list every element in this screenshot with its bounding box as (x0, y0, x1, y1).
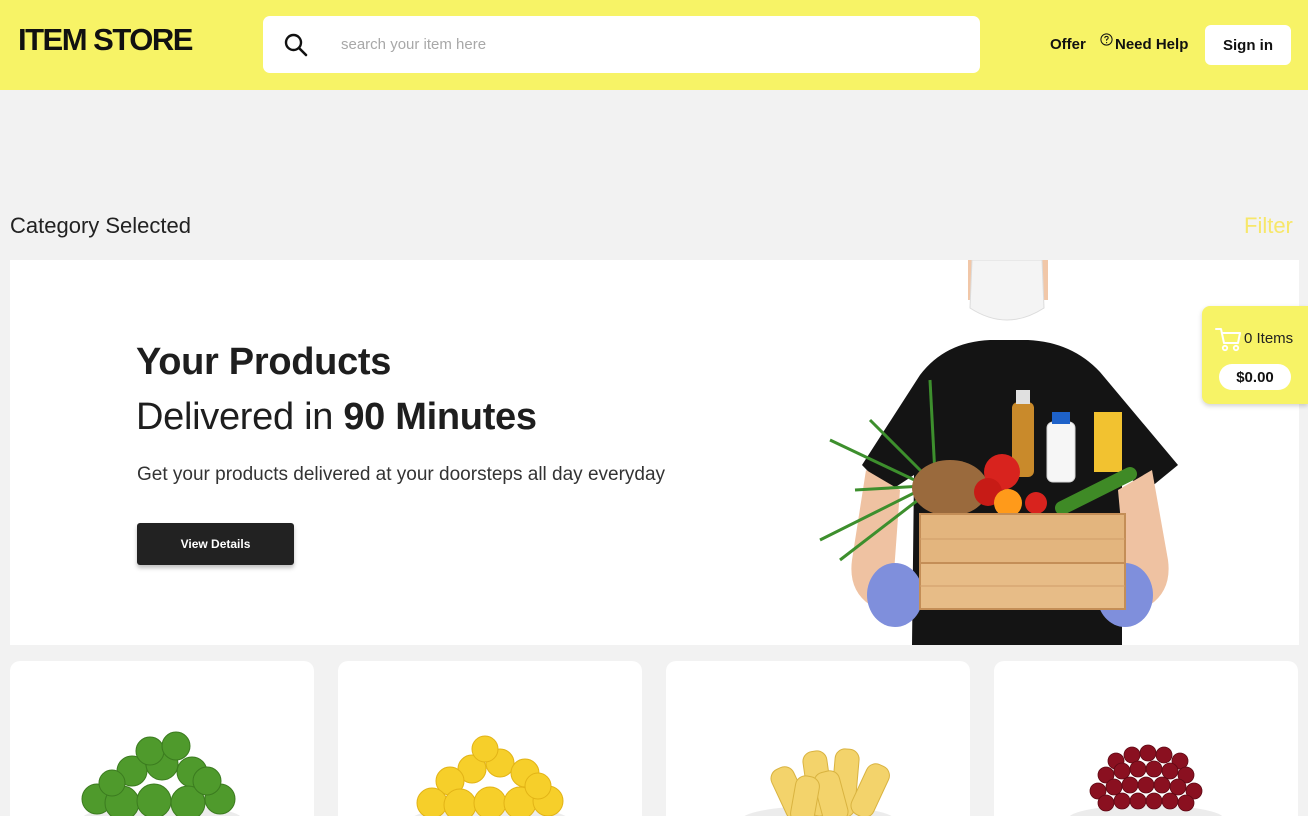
banner-headline-bold: 90 Minutes (343, 396, 537, 438)
nav-help-link[interactable]: Need Help (1100, 33, 1188, 53)
cart-total: $0.00 (1219, 364, 1291, 390)
search-input[interactable] (341, 16, 941, 73)
corn-bowl-image (744, 748, 892, 816)
cart-item-count: 0 Items (1244, 330, 1294, 347)
top-bar: ITEM STORE Offer Need Help Sign in (0, 0, 1308, 90)
cherry-bowl-image (1069, 744, 1223, 816)
floating-cart[interactable]: 0 Items $0.00 (1202, 306, 1308, 404)
product-card[interactable] (666, 661, 970, 816)
help-circle-icon (1100, 33, 1113, 46)
product-card[interactable] (10, 661, 314, 816)
lemon-bowl-image (414, 735, 566, 816)
filter-button[interactable]: Filter (1244, 213, 1293, 239)
sign-in-button[interactable]: Sign in (1205, 25, 1291, 65)
banner-headline-prefix: Delivered in (136, 396, 334, 438)
view-details-button[interactable]: View Details (137, 523, 294, 565)
category-title: Category Selected (10, 213, 191, 238)
nav-help-label: Need Help (1115, 36, 1189, 53)
search-icon[interactable] (283, 32, 309, 58)
banner-headline: Delivered in 90 Minutes (136, 396, 537, 439)
banner-subtitle: Get your products delivered at your door… (137, 464, 666, 485)
delivery-person-image (819, 260, 1178, 645)
banner-title: Your Products (136, 341, 392, 383)
product-card[interactable] (338, 661, 642, 816)
lime-bowl-image (81, 731, 241, 816)
promo-banner: Your Products Delivered in 90 Minutes Ge… (10, 260, 1299, 645)
search-box[interactable] (263, 16, 980, 73)
store-logo[interactable]: ITEM STORE (18, 22, 193, 58)
product-card[interactable] (994, 661, 1298, 816)
nav-offer-link[interactable]: Offer (1050, 36, 1086, 53)
cart-icon (1215, 328, 1241, 352)
